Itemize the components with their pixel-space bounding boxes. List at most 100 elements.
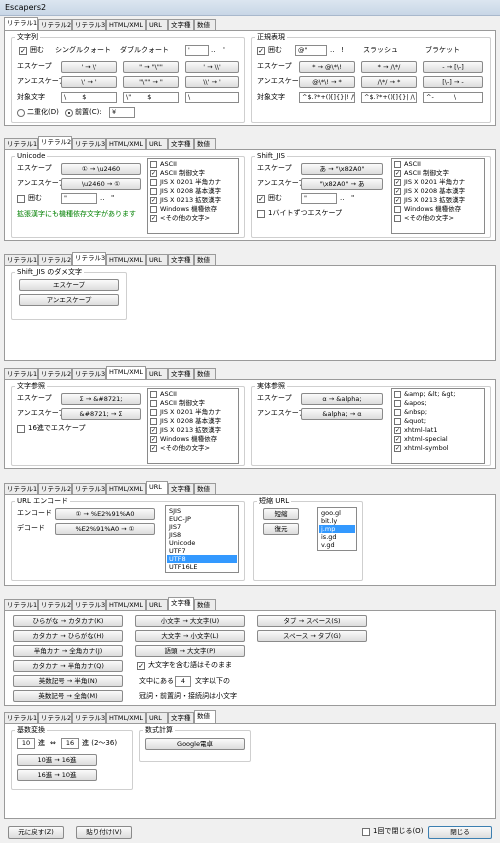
prefix-input[interactable]: ¥ — [109, 107, 135, 118]
checkbox-icon[interactable] — [394, 400, 401, 407]
char-ref-escape-button[interactable]: Σ → &#8721; — [61, 393, 141, 405]
checklist-item[interactable]: &quot; — [393, 417, 483, 426]
tab-char-type[interactable]: 文字種 — [168, 368, 194, 379]
regex-bracket-unescape-button[interactable]: [\-] → - — [423, 76, 483, 88]
tab-literal1[interactable]: リテラル1 — [4, 138, 38, 149]
close-once-checkbox[interactable] — [362, 828, 370, 836]
sq-unescape-button[interactable]: \' → ' — [61, 76, 117, 88]
checked-checkbox-icon[interactable]: ✓ — [394, 170, 401, 177]
restore-button[interactable]: 復元 — [263, 523, 299, 535]
hex-escape-checkbox[interactable] — [17, 425, 25, 433]
tab-html-xml[interactable]: HTML/XML — [106, 712, 146, 723]
entity-unescape-button[interactable]: &alpha; → α — [301, 408, 383, 420]
encoding-list[interactable]: SJIS EUC-JP JIS7 JIS8 Unicode UTF7 UTF8 UTF16LE — [165, 505, 239, 573]
list-item[interactable]: is.gd — [319, 533, 355, 541]
tab-char-type[interactable]: 文字種 — [168, 19, 194, 30]
tab-literal1[interactable]: リテラル1 — [4, 17, 38, 30]
list-item[interactable]: goo.gl — [319, 509, 355, 517]
space-to-tab-button[interactable]: スペース → タブ(G) — [257, 630, 367, 642]
checkbox-icon[interactable] — [394, 418, 401, 425]
checklist-item[interactable]: ASCII — [149, 390, 237, 399]
checked-checkbox-icon[interactable]: ✓ — [150, 197, 157, 204]
regex-bracket-checkbox[interactable]: ✓ — [257, 47, 265, 55]
list-item[interactable]: Unicode — [167, 539, 237, 547]
url-encode-button[interactable]: ① → %E2%91%A0 — [55, 508, 155, 520]
tab-html-xml[interactable]: HTML/XML — [106, 138, 146, 149]
tab-number[interactable]: 数値 — [194, 483, 216, 494]
tab-literal1[interactable]: リテラル1 — [4, 368, 38, 379]
bracket-target-input[interactable]: \ — [185, 92, 239, 103]
tab-literal2[interactable]: リテラル2 — [38, 368, 72, 379]
checklist-item[interactable]: ✓ Windows 機種依存 — [149, 435, 237, 444]
checklist-item[interactable]: &amp; &lt; &gt; — [393, 390, 483, 399]
sjis-escape-button[interactable]: あ → "\x82A0" — [301, 163, 383, 175]
sjis-unescape-button[interactable]: "\x82A0" → あ — [301, 178, 383, 190]
checkbox-icon[interactable] — [150, 179, 157, 186]
checklist-item[interactable]: JIS X 0201 半角カナ — [149, 408, 237, 417]
regex-bracket-escape-button[interactable]: - → [\-] — [423, 61, 483, 73]
entity-escape-button[interactable]: α → &alpha; — [301, 393, 383, 405]
alnum-to-full-button[interactable]: 英数記号 → 全角(M) — [13, 690, 123, 702]
tab-number[interactable]: 数値 — [194, 138, 216, 149]
tab-char-type[interactable]: 文字種 — [168, 712, 194, 723]
checkbox-icon[interactable] — [394, 206, 401, 213]
bracket-escape-button[interactable]: ' → \\' — [185, 61, 239, 73]
short-service-list[interactable]: goo.gl bit.ly j.mp is.gd v.gd — [317, 507, 357, 551]
checklist-item[interactable]: ✓ xhtml-symbol — [393, 444, 483, 453]
tab-url[interactable]: URL — [146, 481, 168, 494]
list-item[interactable]: EUC-JP — [167, 515, 237, 523]
tab-html-xml[interactable]: HTML/XML — [106, 254, 146, 265]
unicode-bracket-checkbox[interactable] — [17, 195, 25, 203]
checklist-item[interactable]: ✓ xhtml-special — [393, 435, 483, 444]
tab-literal1[interactable]: リテラル1 — [4, 254, 38, 265]
checklist-item[interactable]: ✓ <その他の文字> — [149, 214, 237, 223]
tab-literal2[interactable]: リテラル2 — [38, 136, 72, 149]
tab-literal3[interactable]: リテラル3 — [72, 599, 106, 610]
lower-to-upper-button[interactable]: 小文字 → 大文字(U) — [135, 615, 245, 627]
list-item[interactable]: UTF16LE — [167, 563, 237, 571]
bracket-unescape-button[interactable]: \\' → ' — [185, 76, 239, 88]
list-item[interactable]: UTF7 — [167, 547, 237, 555]
regex-at-unescape-button[interactable]: @\*\! → * — [299, 76, 355, 88]
tab-literal2[interactable]: リテラル2 — [38, 712, 72, 723]
tab-html-xml[interactable]: HTML/XML — [106, 483, 146, 494]
dame-unescape-button[interactable]: アンエスケープ — [19, 294, 119, 306]
unicode-escape-button[interactable]: ① → \u2460 — [61, 163, 141, 175]
checklist-item[interactable]: Windows 機種依存 — [393, 205, 483, 214]
tab-literal2[interactable]: リテラル2 — [38, 254, 72, 265]
unicode-open-input[interactable]: " — [61, 193, 97, 204]
checklist-item[interactable]: <その他の文字> — [393, 214, 483, 223]
sjis-open-input[interactable]: " — [301, 193, 337, 204]
regex-slash-target-input[interactable]: ^$.?*+()[]{}| /\ — [361, 92, 417, 103]
double-radio[interactable] — [17, 109, 25, 117]
dq-unescape-button[interactable]: "\"" → " — [123, 76, 179, 88]
tab-literal3[interactable]: リテラル3 — [72, 712, 106, 723]
checklist-item[interactable]: ✓ JIS X 0213 拡張漢字 — [149, 426, 237, 435]
alnum-to-half-button[interactable]: 英数記号 → 半角(N) — [13, 675, 123, 687]
tab-literal2[interactable]: リテラル2 — [38, 19, 72, 30]
checklist-item[interactable]: &nbsp; — [393, 408, 483, 417]
list-item[interactable]: UTF8 — [167, 555, 237, 563]
tab-number[interactable]: 数値 — [194, 368, 216, 379]
prefix-radio[interactable] — [65, 109, 73, 117]
tab-url[interactable]: URL — [146, 19, 168, 30]
tab-url[interactable]: URL — [146, 599, 168, 610]
checked-checkbox-icon[interactable]: ✓ — [150, 445, 157, 452]
paste-button[interactable]: 貼り付け(V) — [76, 826, 132, 839]
sjis-charset-list[interactable]: ASCII ✓ ASCII 制御文字 ✓ JIS X 0201 半角カナ ✓ JIS X 0… — [391, 158, 485, 234]
tab-literal3[interactable]: リテラル3 — [72, 138, 106, 149]
char-ref-charset-list[interactable]: ASCII ASCII 制御文字 JIS X 0201 半角カナ JIS X 0208… — [147, 388, 239, 464]
bracket-checkbox[interactable]: ✓ — [19, 47, 27, 55]
checklist-item[interactable]: ✓ <その他の文字> — [149, 444, 237, 453]
checked-checkbox-icon[interactable]: ✓ — [394, 179, 401, 186]
checkbox-icon[interactable] — [150, 391, 157, 398]
checklist-item[interactable]: &apos; — [393, 399, 483, 408]
regex-bracket-target-input[interactable]: ^- \ — [423, 92, 483, 103]
tab-number[interactable]: 数値 — [194, 19, 216, 30]
tab-url[interactable]: URL — [146, 254, 168, 265]
shorten-button[interactable]: 短縮 — [263, 508, 299, 520]
checked-checkbox-icon[interactable]: ✓ — [150, 427, 157, 434]
tab-html-xml[interactable]: HTML/XML — [106, 366, 146, 379]
tab-literal2[interactable]: リテラル2 — [38, 483, 72, 494]
capitalize-button[interactable]: 語頭 → 大文字(P) — [135, 645, 245, 657]
